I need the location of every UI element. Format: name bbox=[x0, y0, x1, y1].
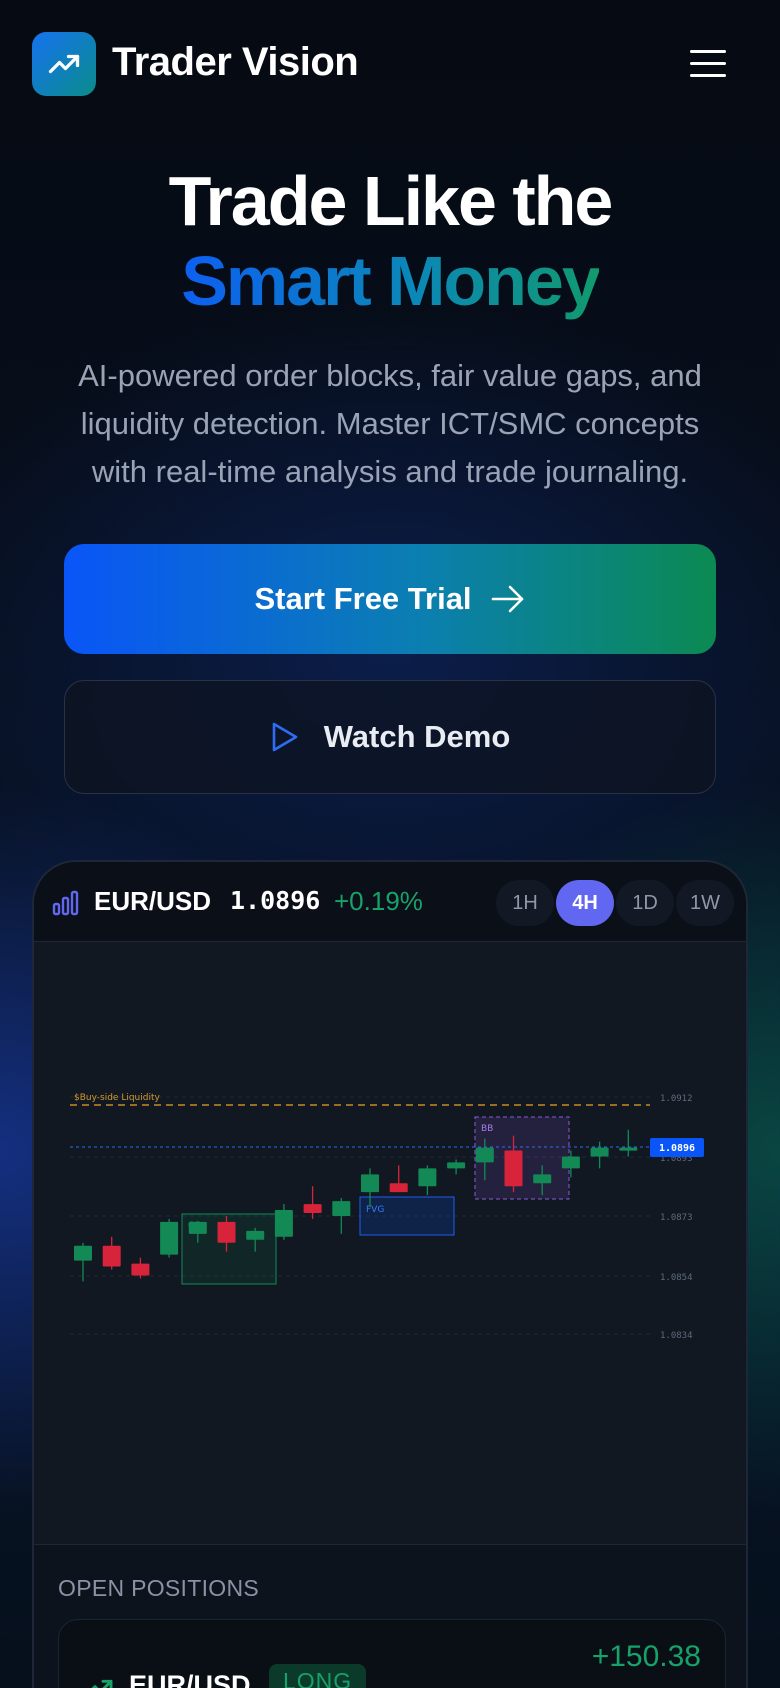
bearish-candle bbox=[102, 1245, 121, 1267]
bullish-candle bbox=[619, 1147, 638, 1151]
fvg-zone bbox=[359, 1196, 455, 1236]
timeframe-1w[interactable]: 1W bbox=[676, 880, 734, 926]
candlestick-chart[interactable]: 1.09121.08931.08731.08541.0834$Buy-side … bbox=[34, 942, 748, 1544]
chart-toolbar: EUR/USD 1.0896 +0.19% 1H 4H 1D 1W bbox=[34, 862, 746, 942]
bearish-candle bbox=[131, 1263, 150, 1276]
subtitle-line: AI-powered order blocks, fair value gaps… bbox=[78, 358, 702, 393]
brand-name[interactable]: Trader Vision bbox=[112, 40, 359, 85]
ticker-price: 1.0896 bbox=[230, 886, 321, 915]
bearish-candle bbox=[303, 1204, 322, 1213]
timeframe-1d[interactable]: 1D bbox=[616, 880, 674, 926]
price-level-label: 1.0834 bbox=[660, 1331, 693, 1341]
watch-demo-label: Watch Demo bbox=[323, 719, 511, 754]
open-positions-title: OPEN POSITIONS bbox=[58, 1575, 260, 1601]
bullish-candle bbox=[475, 1147, 494, 1163]
bullish-candle bbox=[561, 1156, 580, 1169]
hero-highlight: Smart Money bbox=[181, 242, 601, 320]
bullish-candle bbox=[332, 1201, 351, 1216]
price-chart[interactable]: 1.0912 1.0893 1.0873 1.0854 1.0834 $Buy-side … bbox=[34, 942, 748, 1544]
subtitle-line: liquidity detection. Master ICT/SMC conc… bbox=[80, 406, 700, 441]
play-icon bbox=[272, 722, 298, 752]
breaker-block-label: BB bbox=[481, 1124, 493, 1134]
price-level-label: 1.0854 bbox=[660, 1273, 693, 1283]
ticker-pair: EUR/USD bbox=[94, 886, 212, 916]
logo[interactable] bbox=[32, 32, 96, 96]
start-free-trial-label: Start Free Trial bbox=[254, 581, 472, 616]
hero-title-line2: Smart Money bbox=[0, 240, 780, 322]
trending-up-icon bbox=[91, 1679, 113, 1688]
bearish-candle bbox=[504, 1150, 523, 1187]
bullish-candle bbox=[188, 1221, 207, 1234]
trending-up-icon bbox=[48, 54, 80, 74]
position-side-badge: LONG bbox=[269, 1664, 367, 1688]
bullish-candle bbox=[361, 1174, 379, 1193]
bullish-candle bbox=[533, 1174, 552, 1184]
bullish-candle bbox=[246, 1230, 265, 1240]
price-level-label: 1.0912 bbox=[660, 1094, 693, 1104]
watch-demo-button[interactable]: Watch Demo bbox=[64, 680, 716, 794]
position-row[interactable]: EUR/USD LONG +150.38 bbox=[58, 1619, 726, 1688]
start-free-trial-button[interactable]: Start Free Trial bbox=[64, 544, 716, 654]
bar-chart-icon bbox=[52, 890, 79, 916]
chart-card: EUR/USD 1.0896 +0.19% 1H 4H 1D 1W 1.0912… bbox=[32, 860, 748, 1688]
arrow-right-icon bbox=[491, 585, 523, 613]
bullish-candle bbox=[274, 1210, 293, 1237]
bearish-candle bbox=[389, 1183, 408, 1193]
hamburger-menu-icon[interactable] bbox=[688, 48, 728, 80]
bullish-candle bbox=[590, 1147, 609, 1157]
bullish-candle bbox=[74, 1245, 92, 1261]
fvg-label: FVG bbox=[366, 1205, 384, 1215]
bullish-candle bbox=[160, 1221, 179, 1255]
bullish-candle bbox=[418, 1168, 437, 1187]
ticker-change: +0.19% bbox=[334, 886, 423, 916]
hero-title-line1: Trade Like the bbox=[168, 162, 614, 240]
app-header: Trader Vision bbox=[0, 0, 780, 130]
bullish-candle bbox=[447, 1162, 466, 1169]
current-price-label: 1.0896 bbox=[659, 1143, 695, 1154]
position-pair: EUR/USD bbox=[129, 1670, 251, 1688]
liquidity-label: $Buy-side Liquidity bbox=[74, 1093, 160, 1103]
price-level-label: 1.0873 bbox=[660, 1213, 693, 1223]
open-positions-panel: OPEN POSITIONS EUR/USD LONG +150.38 bbox=[34, 1544, 746, 1688]
hero-subtitle: AI-powered order blocks, fair value gaps… bbox=[40, 352, 740, 496]
timeframe-4h[interactable]: 4H bbox=[556, 880, 614, 926]
subtitle-line: with real-time analysis and trade journa… bbox=[91, 454, 689, 489]
timeframe-1h[interactable]: 1H bbox=[496, 880, 554, 926]
bearish-candle bbox=[217, 1221, 236, 1243]
position-pnl: +150.38 bbox=[591, 1640, 701, 1673]
